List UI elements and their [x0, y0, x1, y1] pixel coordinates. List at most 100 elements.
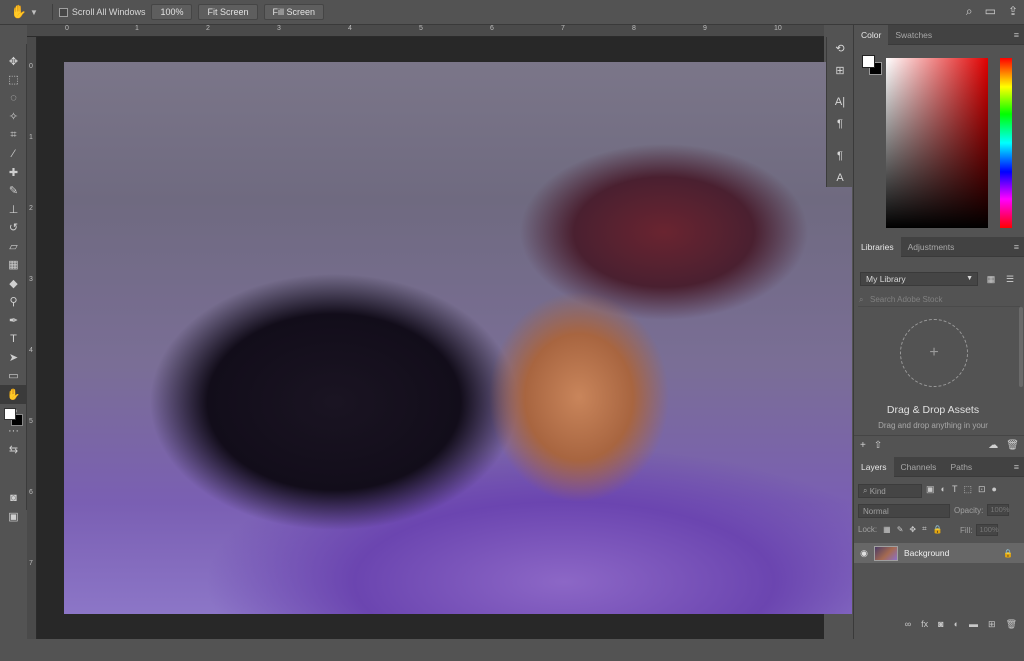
- default-colors-icon[interactable]: ⇆: [0, 441, 27, 460]
- new-layer-icon[interactable]: ⊞: [988, 619, 996, 630]
- lock-paint-icon[interactable]: ✎: [897, 525, 904, 534]
- adjustment-layer-icon[interactable]: ◐: [954, 619, 959, 629]
- collapsed-panel-dock: ⟲ ⊞ A| ¶ ¶ A: [826, 37, 852, 187]
- tab-color[interactable]: Color: [854, 24, 889, 45]
- cloud-sync-icon[interactable]: ☁: [988, 440, 998, 451]
- layer-kind-filter[interactable]: ⌕ Kind: [858, 484, 922, 498]
- hand-tool-icon[interactable]: ✋: [8, 4, 30, 20]
- layer-name[interactable]: Background: [904, 548, 949, 558]
- stock-search-input[interactable]: ⌕ Search Adobe Stock: [858, 293, 1020, 307]
- workspace-icon[interactable]: ▭: [985, 4, 996, 19]
- new-group-icon[interactable]: ▬: [969, 619, 978, 629]
- image-canvas[interactable]: [64, 62, 852, 614]
- panel-menu-icon[interactable]: ≡: [1014, 242, 1019, 252]
- libraries-scrollbar[interactable]: [1019, 307, 1023, 387]
- history-panel-icon[interactable]: ⟲: [827, 37, 853, 59]
- add-asset-circle[interactable]: +: [900, 319, 968, 387]
- paragraph-styles-icon[interactable]: ¶: [827, 145, 853, 167]
- opacity-input[interactable]: 100%: [987, 504, 1010, 516]
- lock-transparent-icon[interactable]: ▦: [883, 525, 891, 534]
- add-content-icon[interactable]: +: [860, 440, 866, 451]
- gradient-tool-icon[interactable]: ▦: [0, 256, 27, 275]
- eraser-tool-icon[interactable]: ▱: [0, 237, 27, 256]
- scroll-all-windows-checkbox[interactable]: Scroll All Windows: [58, 7, 145, 17]
- checkbox-box[interactable]: [58, 7, 68, 17]
- hue-slider[interactable]: [1000, 58, 1012, 228]
- options-bar: ✋ ▼ Scroll All Windows 100% Fit Screen F…: [0, 0, 1024, 25]
- fill-screen-button[interactable]: Fill Screen: [263, 4, 325, 20]
- hand-tool-active-icon[interactable]: ✋: [0, 385, 27, 404]
- ruler-tick: 3: [277, 25, 281, 32]
- smart-object-filter-icon[interactable]: ⊡: [978, 484, 986, 495]
- properties-panel-icon[interactable]: ⊞: [827, 59, 853, 81]
- filter-toggle-icon[interactable]: ●: [992, 484, 997, 495]
- vertical-ruler: 0 1 2 3 4 5 6 7: [27, 37, 37, 639]
- tab-libraries[interactable]: Libraries: [854, 236, 901, 257]
- lock-all-icon[interactable]: 🔒: [933, 525, 943, 534]
- pen-tool-icon[interactable]: ✒: [0, 311, 27, 330]
- lock-artboard-icon[interactable]: ⌗: [922, 524, 927, 534]
- layer-thumbnail[interactable]: [874, 545, 898, 561]
- tab-layers[interactable]: Layers: [854, 456, 894, 477]
- library-select[interactable]: My Library ▼: [860, 272, 978, 286]
- pixel-filter-icon[interactable]: ▣: [926, 484, 935, 495]
- list-view-icon[interactable]: ☰: [1003, 272, 1017, 286]
- color-saturation-field[interactable]: [886, 58, 988, 228]
- lasso-tool-icon[interactable]: ◌: [0, 89, 27, 108]
- marquee-tool-icon[interactable]: ⬚: [0, 71, 27, 90]
- shape-filter-icon[interactable]: ⬚: [963, 484, 972, 495]
- type-tool-icon[interactable]: T: [0, 330, 27, 349]
- crop-tool-icon[interactable]: ⌗: [0, 126, 27, 145]
- panel-menu-icon[interactable]: ≡: [1014, 462, 1019, 472]
- move-tool-icon[interactable]: ✥: [0, 52, 27, 71]
- layer-style-fx-icon[interactable]: fx: [921, 619, 928, 629]
- tab-paths[interactable]: Paths: [943, 457, 979, 477]
- rectangle-tool-icon[interactable]: ▭: [0, 367, 27, 386]
- trash-icon[interactable]: 🗑: [1006, 440, 1019, 451]
- search-icon[interactable]: ⌕: [966, 4, 973, 19]
- character-styles-icon[interactable]: A: [827, 167, 853, 189]
- magic-wand-tool-icon[interactable]: ✧: [0, 108, 27, 127]
- layer-lock-icon[interactable]: 🔒: [1003, 549, 1013, 558]
- blur-tool-icon[interactable]: ◆: [0, 274, 27, 293]
- delete-layer-icon[interactable]: 🗑: [1006, 619, 1017, 630]
- history-brush-tool-icon[interactable]: ↺: [0, 219, 27, 238]
- tab-channels[interactable]: Channels: [894, 457, 944, 477]
- blend-mode-select[interactable]: Normal: [858, 504, 950, 518]
- color-panel-foreground-swatch[interactable]: [862, 55, 875, 68]
- character-panel-icon[interactable]: A|: [827, 91, 853, 113]
- paragraph-panel-icon[interactable]: ¶: [827, 113, 853, 135]
- type-filter-icon[interactable]: T: [952, 484, 958, 495]
- panel-menu-icon[interactable]: ≡: [1014, 30, 1019, 40]
- quick-mask-icon[interactable]: ◙: [0, 489, 27, 508]
- grid-view-icon[interactable]: ▦: [984, 272, 998, 286]
- brush-tool-icon[interactable]: ✎: [0, 182, 27, 201]
- link-layers-icon[interactable]: ∞: [905, 619, 911, 629]
- lock-position-icon[interactable]: ✥: [909, 525, 916, 534]
- upload-icon[interactable]: ⇧: [874, 440, 882, 451]
- screen-mode-icon[interactable]: ▣: [0, 508, 27, 527]
- right-panels: Color Swatches ≡ Libraries Adjustments ≡…: [853, 24, 1024, 639]
- dodge-tool-icon[interactable]: ⚲: [0, 293, 27, 312]
- eyedropper-tool-icon[interactable]: ⁄: [0, 145, 27, 164]
- zoom-100-button[interactable]: 100%: [151, 4, 193, 20]
- adjustment-filter-icon[interactable]: ◐: [941, 484, 946, 495]
- visibility-eye-icon[interactable]: ◉: [854, 548, 874, 559]
- layer-row-background[interactable]: ◉ Background 🔒: [854, 543, 1024, 563]
- opacity-label: Opacity:: [954, 505, 984, 515]
- fit-screen-button[interactable]: Fit Screen: [198, 4, 258, 20]
- fill-input[interactable]: 100%: [976, 524, 999, 536]
- path-selection-tool-icon[interactable]: ➤: [0, 348, 27, 367]
- tab-swatches[interactable]: Swatches: [888, 25, 939, 45]
- share-icon[interactable]: ⇪: [1008, 4, 1018, 19]
- foreground-color-swatch[interactable]: [4, 408, 16, 420]
- tools-panel-grip[interactable]: [0, 44, 26, 52]
- ruler-tick: 2: [29, 205, 33, 212]
- healing-brush-tool-icon[interactable]: ✚: [0, 163, 27, 182]
- add-mask-icon[interactable]: ◙: [938, 619, 943, 629]
- options-right-icons: ⌕ ▭ ⇪: [966, 4, 1018, 19]
- tool-preset-chevron-icon[interactable]: ▼: [30, 8, 38, 17]
- color-panel-tabs: Color Swatches ≡: [854, 24, 1024, 45]
- clone-stamp-tool-icon[interactable]: ⊥: [0, 200, 27, 219]
- tab-adjustments[interactable]: Adjustments: [901, 237, 962, 257]
